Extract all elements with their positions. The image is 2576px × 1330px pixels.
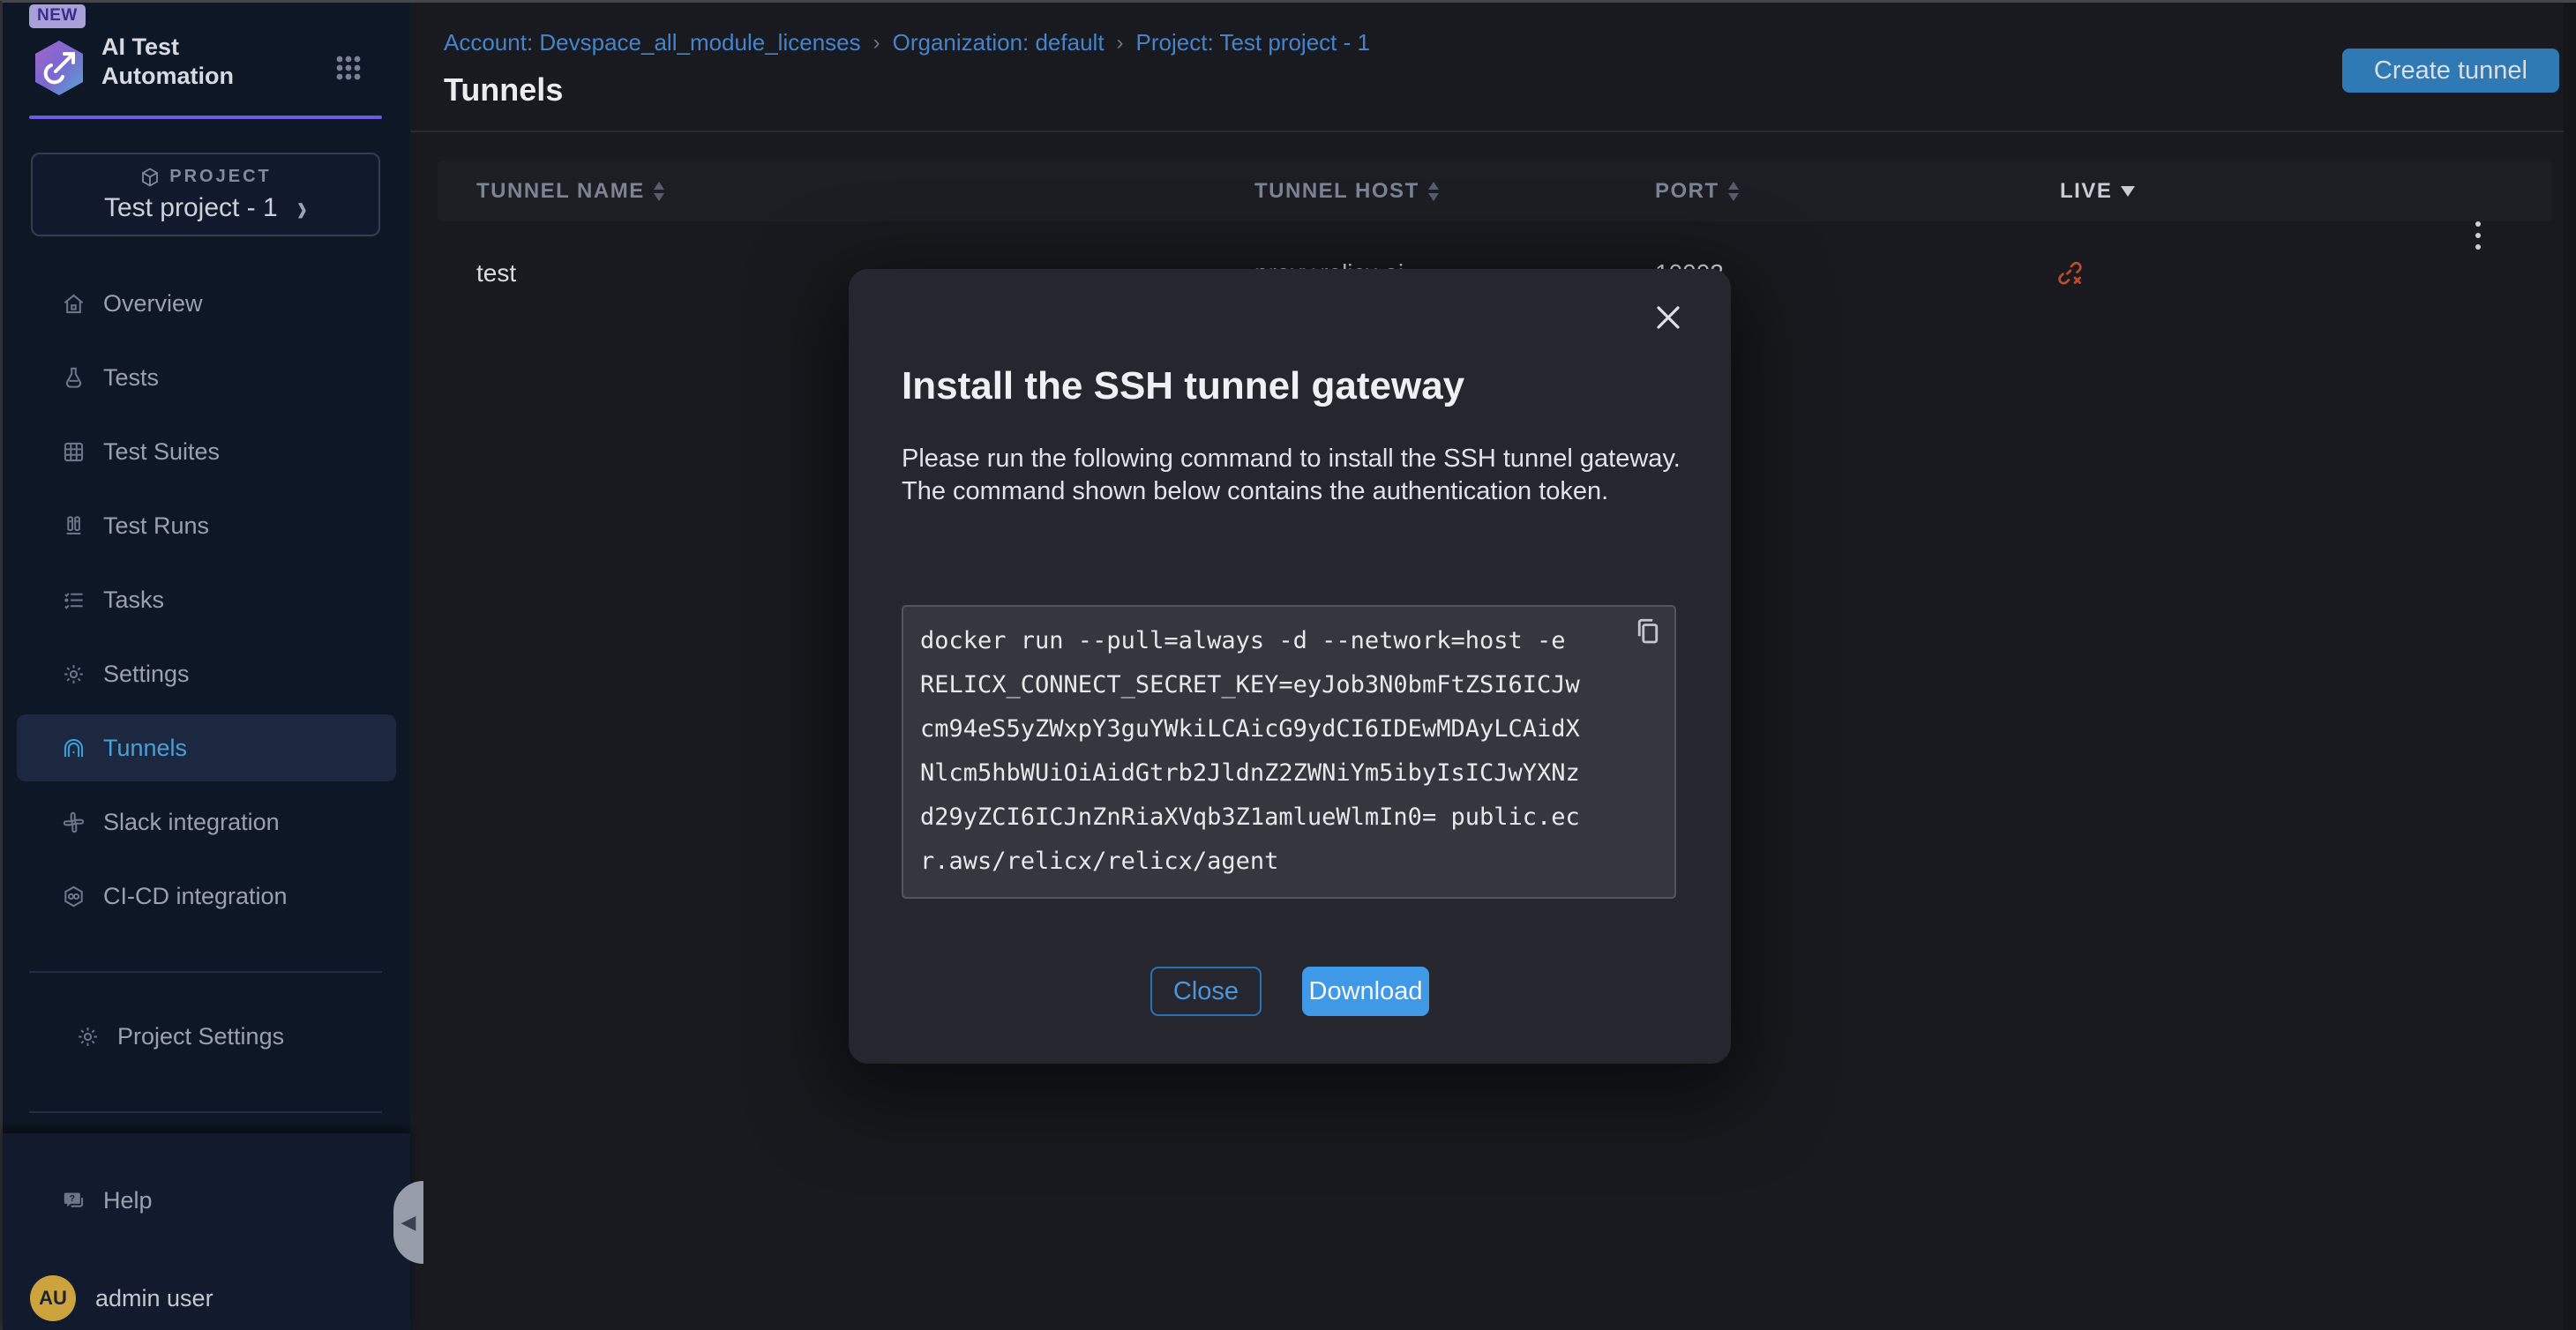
chevron-right-icon: › <box>297 197 307 220</box>
breadcrumb-organization-link[interactable]: Organization: default <box>893 29 1105 56</box>
install-ssh-gateway-modal: Install the SSH tunnel gateway Please ru… <box>849 269 1731 1064</box>
sort-icon <box>1428 182 1439 201</box>
sidebar-item-label: Tasks <box>103 587 164 614</box>
tunnels-table-header: TUNNEL NAME TUNNEL HOST PORT LIVE <box>438 161 2552 221</box>
apps-grid-icon[interactable] <box>334 54 363 82</box>
columns-icon <box>62 514 86 538</box>
sidebar-item-label: Slack integration <box>103 809 280 836</box>
sidebar-item-label: CI-CD integration <box>103 883 288 910</box>
avatar: AU <box>30 1275 76 1321</box>
create-tunnel-button[interactable]: Create tunnel <box>2342 49 2559 93</box>
sidebar-item-settings[interactable]: Settings <box>17 640 396 707</box>
column-header-port[interactable]: PORT <box>1655 161 1739 221</box>
sidebar-item-slack-integration[interactable]: Slack integration <box>17 788 396 856</box>
user-menu[interactable]: AU admin user <box>30 1275 213 1321</box>
tunnel-icon <box>62 736 86 760</box>
sidebar-item-test-suites[interactable]: Test Suites <box>17 418 396 485</box>
page-title: Tunnels <box>444 71 563 108</box>
new-badge: NEW <box>29 4 86 28</box>
sidebar-item-cicd-integration[interactable]: CI-CD integration <box>17 863 396 930</box>
sort-icon <box>1728 182 1739 201</box>
link-off-icon <box>2056 258 2086 288</box>
sidebar-item-label: Overview <box>103 290 203 318</box>
sidebar-nav: Overview Tests Test Suites Test Runs Tas… <box>3 270 410 937</box>
sidebar-item-help[interactable]: ? Help <box>17 1167 396 1234</box>
tunnel-name-cell: test <box>476 221 516 325</box>
project-label: PROJECT <box>169 167 271 187</box>
gear-icon <box>62 662 86 686</box>
download-button[interactable]: Download <box>1302 967 1429 1016</box>
sidebar-item-tests[interactable]: Tests <box>17 344 396 411</box>
sidebar-item-overview[interactable]: Overview <box>17 270 396 337</box>
row-menu-button[interactable] <box>2475 221 2481 325</box>
copy-icon[interactable] <box>1632 616 1664 647</box>
sort-icon <box>654 182 664 201</box>
page-header: Account: Devspace_all_module_licenses › … <box>410 3 2576 132</box>
sidebar-item-label: Tests <box>103 364 159 392</box>
command-code-block: docker run --pull=always -d --network=ho… <box>902 605 1676 899</box>
flask-icon <box>62 366 86 390</box>
close-icon[interactable] <box>1653 303 1683 332</box>
infinity-hexagon-icon <box>62 885 86 908</box>
app-title: AI Test Automation <box>101 33 309 91</box>
breadcrumb: Account: Devspace_all_module_licenses › … <box>444 29 1370 56</box>
list-check-icon <box>62 588 86 612</box>
collapse-arrow-icon: ◀ <box>401 1211 416 1234</box>
sidebar-item-label: Test Runs <box>103 512 209 540</box>
accent-divider <box>29 116 382 119</box>
gear-icon <box>76 1025 100 1049</box>
sidebar-item-label: Settings <box>103 661 190 688</box>
app-logo-icon <box>29 38 89 98</box>
sidebar-item-test-runs[interactable]: Test Runs <box>17 492 396 559</box>
sidebar: NEW AI Test Automation PROJECT <box>3 3 410 1330</box>
project-name: Test project - 1 <box>104 193 278 223</box>
sidebar-item-label: Help <box>103 1187 153 1214</box>
sidebar-bottom-panel: ? Help AU admin user <box>3 1133 410 1330</box>
sidebar-item-tasks[interactable]: Tasks <box>17 566 396 633</box>
cube-icon <box>139 167 161 188</box>
main-content: Account: Devspace_all_module_licenses › … <box>410 3 2576 1330</box>
user-name: admin user <box>95 1285 213 1312</box>
scrollbar-track[interactable] <box>2564 3 2576 1330</box>
home-icon <box>62 292 86 316</box>
modal-description: Please run the following command to inst… <box>902 443 1691 508</box>
sidebar-item-label: Project Settings <box>117 1023 284 1050</box>
divider <box>29 971 382 973</box>
modal-title: Install the SSH tunnel gateway <box>902 364 1464 408</box>
sort-desc-icon <box>2121 186 2135 197</box>
help-chat-icon: ? <box>62 1189 86 1213</box>
project-selector[interactable]: PROJECT Test project - 1 › <box>31 153 380 236</box>
sidebar-item-label: Tunnels <box>103 735 187 762</box>
slack-icon <box>62 811 86 834</box>
sidebar-item-project-settings[interactable]: Project Settings <box>31 1003 410 1070</box>
svg-text:?: ? <box>70 1194 75 1204</box>
sidebar-item-tunnels[interactable]: Tunnels <box>17 714 396 781</box>
sidebar-item-label: Test Suites <box>103 438 220 466</box>
docker-command: docker run --pull=always -d --network=ho… <box>920 619 1621 885</box>
grid-icon <box>62 440 86 464</box>
column-header-live[interactable]: LIVE <box>2060 161 2135 221</box>
divider <box>29 1111 382 1113</box>
column-header-tunnel-name[interactable]: TUNNEL NAME <box>476 161 664 221</box>
breadcrumb-project-link[interactable]: Project: Test project - 1 <box>1136 29 1370 56</box>
breadcrumb-separator: › <box>873 31 880 56</box>
breadcrumb-separator: › <box>1117 31 1124 56</box>
close-button[interactable]: Close <box>1150 967 1262 1016</box>
modal-actions: Close Download <box>849 967 1731 1016</box>
column-header-tunnel-host[interactable]: TUNNEL HOST <box>1254 161 1439 221</box>
live-status-cell <box>2056 221 2086 325</box>
breadcrumb-account-link[interactable]: Account: Devspace_all_module_licenses <box>444 29 861 56</box>
